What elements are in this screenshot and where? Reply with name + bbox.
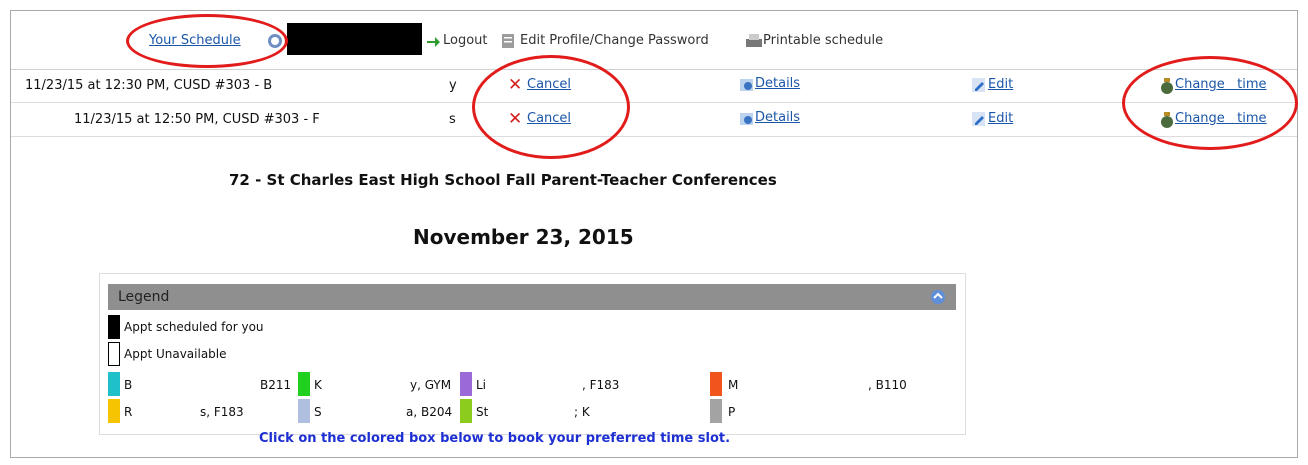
room-prefix: P [728,405,736,419]
schedule-frame: Your Schedule Logout Edit Profile/Change… [10,10,1298,458]
legend-scheduled-label: Appt scheduled for you [124,320,264,334]
room-prefix: B [124,378,133,392]
appointment-datetime: 11/23/15 at 12:30 PM, CUSD #303 - B [25,78,273,93]
edit-icon [971,111,987,131]
change-time-link[interactable]: Change time [1175,77,1267,92]
details-link[interactable]: Details [755,110,800,125]
room-swatch[interactable] [298,399,310,423]
appointment-row: 11/23/15 at 12:50 PM, CUSD #303 - F s ✕ … [11,103,1297,137]
room-swatch[interactable] [460,372,472,396]
redacted-name [287,23,422,55]
collapse-icon[interactable] [930,289,946,309]
top-bar: Your Schedule Logout Edit Profile/Change… [11,11,1297,70]
room-swatch[interactable] [108,399,120,423]
unavailable-swatch [108,342,120,366]
room-swatch[interactable] [710,399,722,423]
legend-title: Legend [118,289,170,305]
booking-instruction: Click on the colored box below to book y… [259,431,731,446]
room-suffix: , F183 [582,378,620,392]
room-suffix: y, GYM [410,378,452,392]
room-prefix: Li [476,378,487,392]
edit-link[interactable]: Edit [988,77,1013,92]
room-prefix: M [728,378,739,392]
room-prefix: R [124,405,133,419]
edit-icon [971,77,987,97]
printable-schedule-link[interactable]: Printable schedule [763,33,883,48]
info-icon[interactable] [267,33,283,53]
appointment-row: 11/23/15 at 12:30 PM, CUSD #303 - B y ✕ … [11,69,1297,103]
scheduled-swatch [108,315,120,339]
room-prefix: St [476,405,489,419]
details-link[interactable]: Details [755,76,800,91]
room-swatch[interactable] [460,399,472,423]
legend-header: Legend [108,284,956,310]
room-swatch[interactable] [710,372,722,396]
event-title: 72 - St Charles East High School Fall Pa… [229,171,777,189]
room-swatch[interactable] [108,372,120,396]
room-suffix: a, B204 [406,405,453,419]
room-prefix: S [314,405,322,419]
cancel-link[interactable]: Cancel [527,111,571,126]
cancel-icon[interactable]: ✕ [508,75,522,95]
cancel-icon[interactable]: ✕ [508,109,522,129]
room-suffix: , B110 [868,378,907,392]
edit-profile-icon [501,33,515,53]
cancel-link[interactable]: Cancel [527,77,571,92]
logout-link[interactable]: Logout [443,33,488,48]
logout-icon [426,34,440,53]
edit-profile-link[interactable]: Edit Profile/Change Password [520,33,709,48]
appointment-datetime: 11/23/15 at 12:50 PM, CUSD #303 - F [74,112,320,127]
room-suffix: B211 [260,378,292,392]
legend-panel: Legend Appt scheduled for you Appt Unava… [99,273,966,435]
room-suffix: s, F183 [200,405,244,419]
change-time-link[interactable]: Change time [1175,111,1267,126]
room-swatch[interactable] [298,372,310,396]
clock-icon [1160,111,1174,133]
details-icon [739,77,755,97]
edit-link[interactable]: Edit [988,111,1013,126]
your-schedule-link[interactable]: Your Schedule [149,33,241,48]
details-icon [739,111,755,131]
legend-unavailable-label: Appt Unavailable [124,347,227,361]
appointment-tail: y [449,78,457,93]
event-date: November 23, 2015 [413,225,634,249]
printer-icon [744,33,764,53]
room-prefix: K [314,378,322,392]
room-suffix: ; K [574,405,590,419]
appointment-tail: s [449,112,456,127]
clock-icon [1160,77,1174,99]
